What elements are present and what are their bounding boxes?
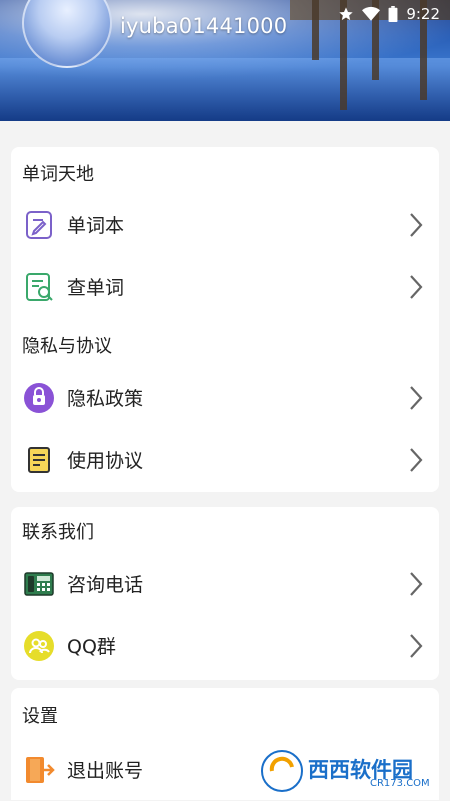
- status-bar: 9:22: [338, 4, 440, 24]
- menu-item-wordbook[interactable]: 单词本: [11, 194, 439, 256]
- phone-icon: [23, 568, 55, 600]
- username[interactable]: iyuba01441000: [120, 14, 287, 38]
- notebook-icon: [23, 209, 55, 241]
- search-document-icon: [23, 271, 55, 303]
- section-title-privacy: 隐私与协议: [22, 336, 112, 357]
- menu-item-label: 单词本: [67, 215, 125, 237]
- watermark-icon: [259, 748, 305, 794]
- chevron-right-icon: [409, 385, 423, 411]
- menu-item-label: 查单词: [67, 277, 125, 299]
- agreement-document-icon: [23, 444, 55, 476]
- chevron-right-icon: [409, 447, 423, 473]
- section-title-contact: 联系我们: [22, 522, 94, 543]
- watermark-logo: 西西软件园 CR173.COM: [258, 748, 444, 794]
- logout-icon: [23, 754, 55, 786]
- chevron-right-icon: [409, 633, 423, 659]
- menu-item-label: QQ群: [67, 636, 116, 658]
- menu-item-hotline[interactable]: 咨询电话: [11, 553, 439, 615]
- chevron-right-icon: [409, 571, 423, 597]
- menu-item-qq-group[interactable]: QQ群: [11, 615, 439, 677]
- menu-item-lookup-word[interactable]: 查单词: [11, 256, 439, 318]
- status-time: 9:22: [406, 5, 440, 23]
- menu-item-label: 咨询电话: [67, 574, 144, 596]
- chevron-right-icon: [409, 212, 423, 238]
- privacy-lock-icon: [23, 382, 55, 414]
- wifi-icon: [362, 6, 381, 22]
- profile-header: iyuba01441000 9:22: [0, 0, 450, 121]
- menu-item-label: 退出账号: [67, 760, 144, 782]
- menu-item-label: 使用协议: [67, 450, 144, 472]
- star-icon: [338, 6, 354, 22]
- header-pier-post: [312, 0, 319, 60]
- menu-item-user-agreement[interactable]: 使用协议: [11, 429, 439, 491]
- section-title-settings: 设置: [22, 706, 58, 727]
- chevron-right-icon: [409, 274, 423, 300]
- words-privacy-card: 单词天地 单词本 查单词 隐私与协议 隐私政策 使用协议: [11, 147, 439, 492]
- menu-item-label: 隐私政策: [67, 388, 144, 410]
- battery-icon: [388, 6, 398, 22]
- menu-item-privacy-policy[interactable]: 隐私政策: [11, 367, 439, 429]
- watermark-subtext: CR173.COM: [370, 778, 430, 789]
- group-icon: [23, 630, 55, 662]
- contact-card: 联系我们 咨询电话 QQ群: [11, 507, 439, 680]
- section-title-words: 单词天地: [22, 164, 94, 185]
